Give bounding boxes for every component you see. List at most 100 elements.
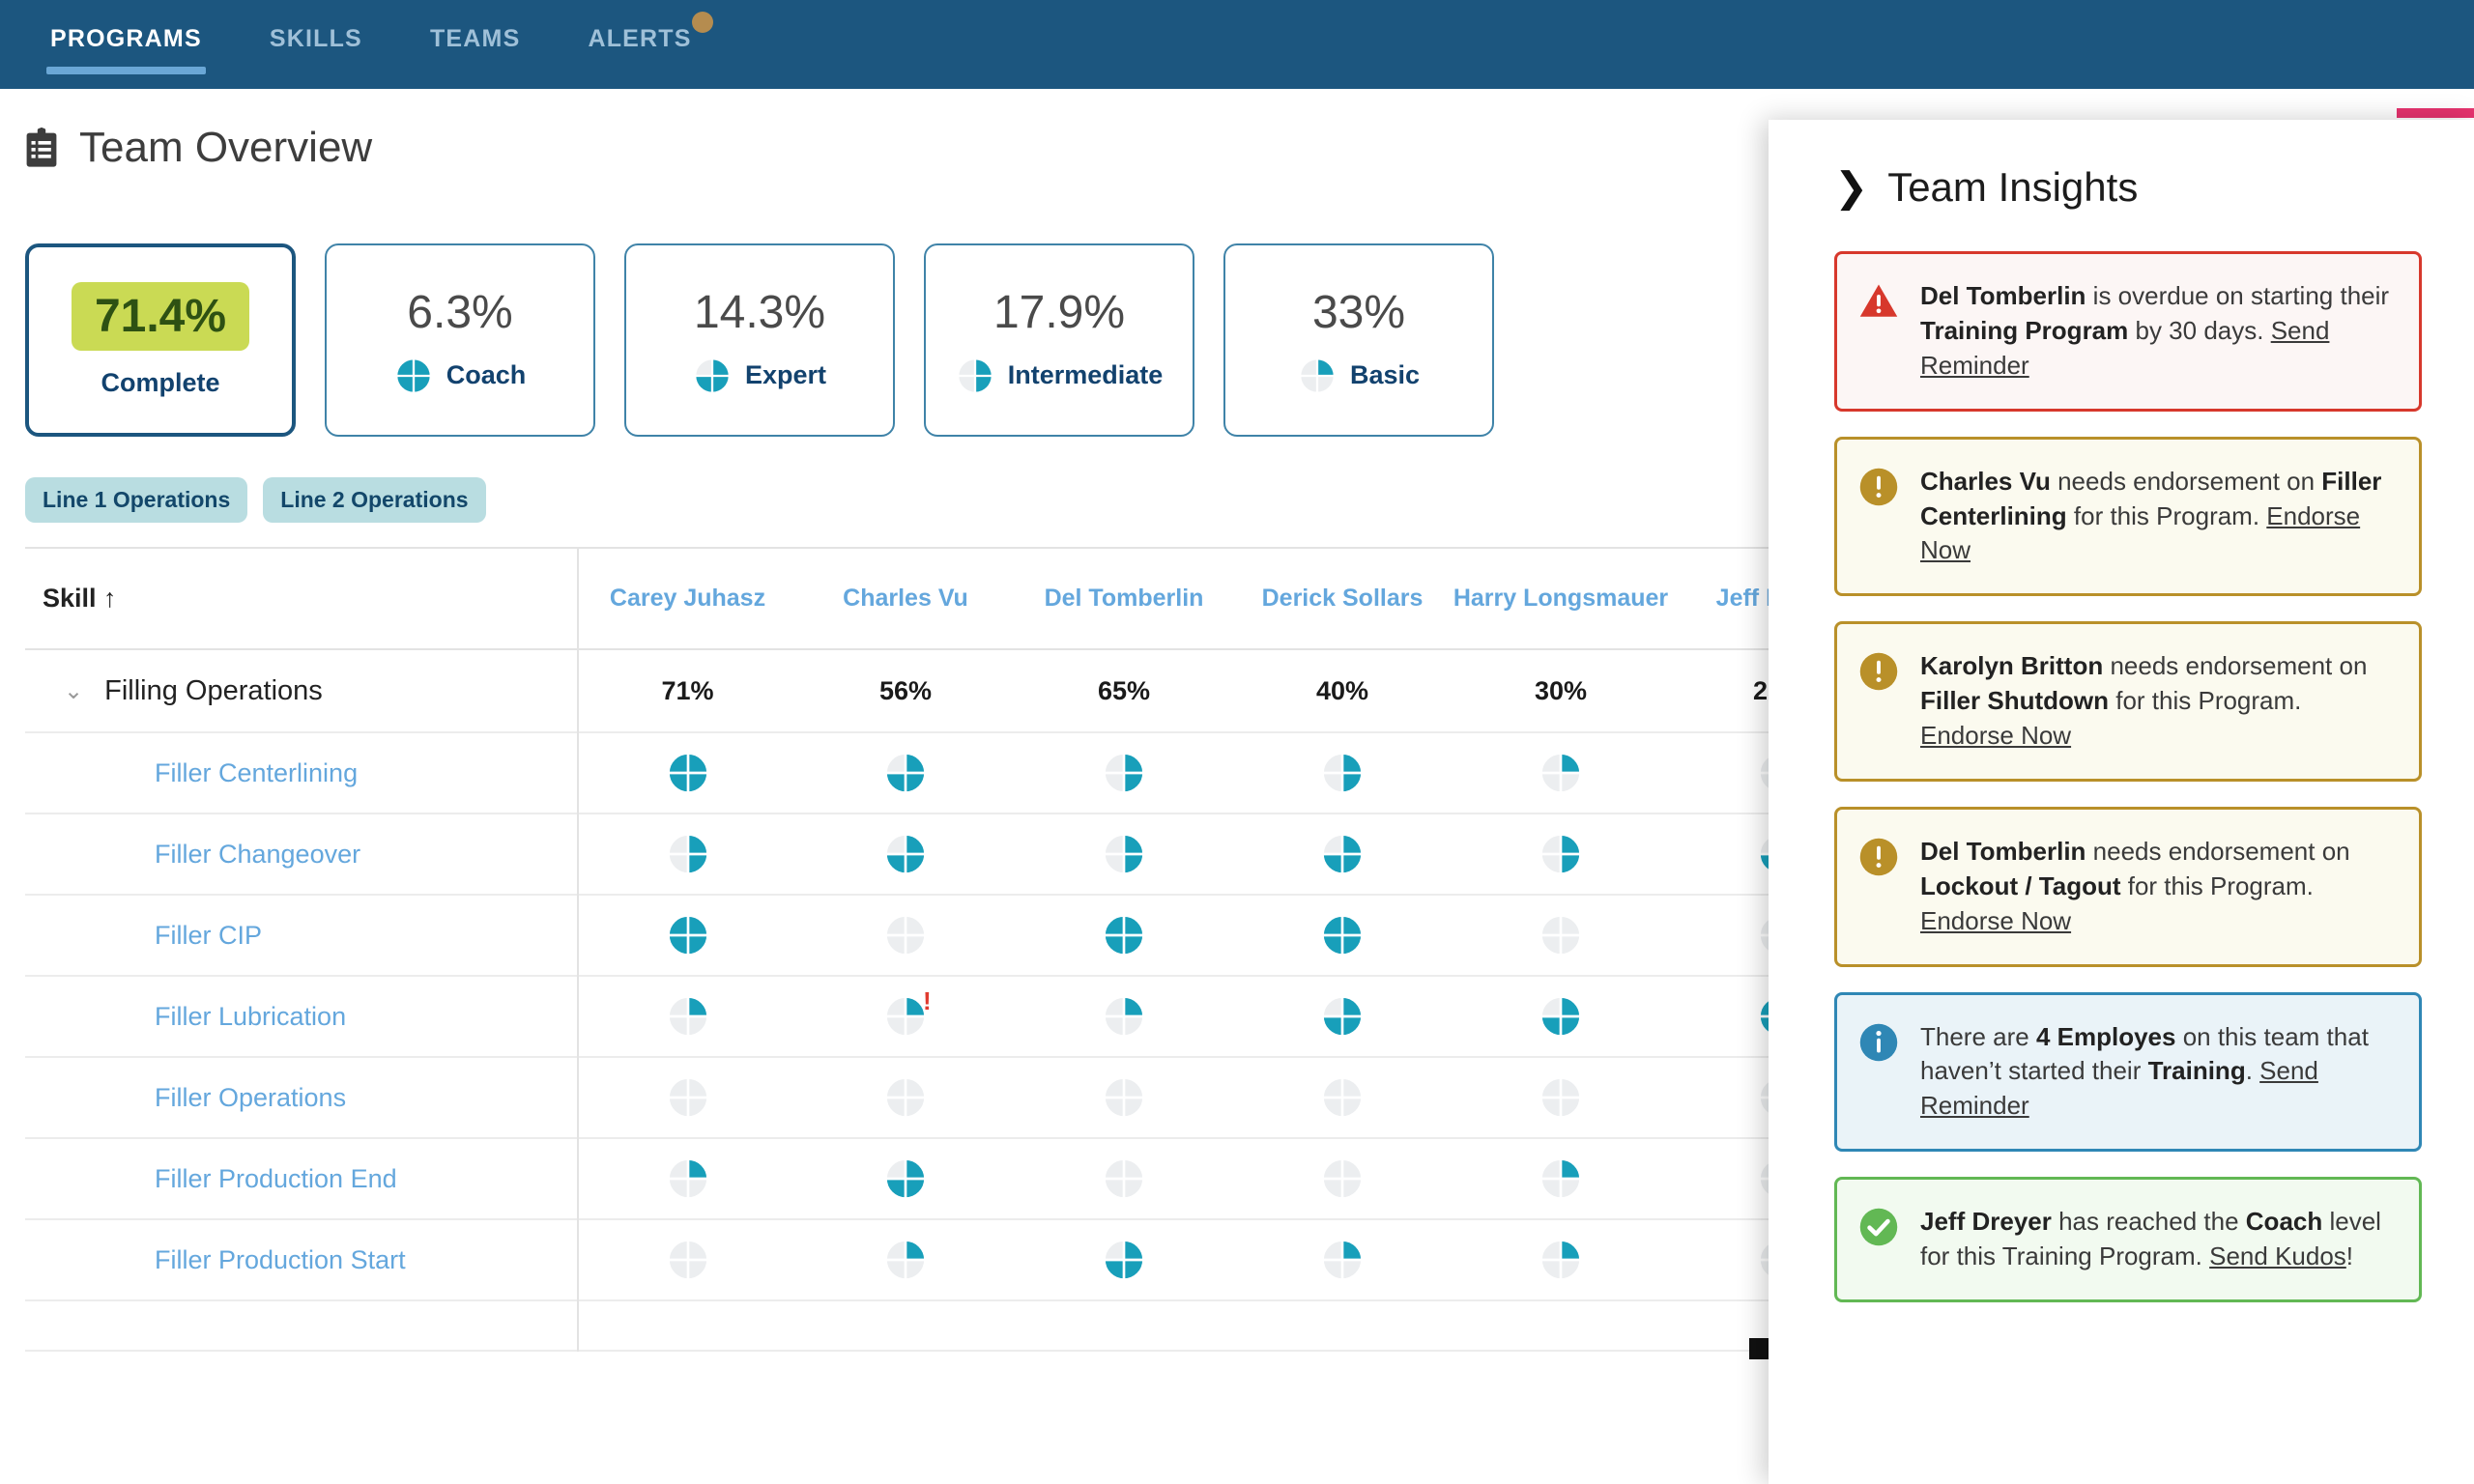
skill-name-label[interactable]: Filler Changeover — [25, 840, 577, 870]
table-row[interactable]: Filler Lubrication! — [25, 976, 1888, 1057]
proficiency-cell[interactable] — [796, 895, 1015, 976]
column-header-person[interactable]: Del Tomberlin — [1015, 549, 1233, 650]
spacer-cell — [1233, 1300, 1452, 1351]
insight-action-link[interactable]: Endorse Now — [1920, 721, 2071, 750]
stat-card-basic[interactable]: 33% Basic — [1223, 243, 1494, 437]
stat-card-intermediate[interactable]: 17.9% Intermediate — [924, 243, 1194, 437]
spacer-cell — [25, 1300, 579, 1351]
insight-text: needs endorsement on — [2050, 466, 2322, 496]
proficiency-cell[interactable] — [1015, 732, 1233, 813]
chevron-down-icon[interactable]: ⌄ — [64, 677, 83, 705]
skill-name-cell[interactable]: Filler Production Start — [25, 1219, 579, 1300]
sort-ascending-icon[interactable]: ↑ — [103, 584, 117, 613]
insight-text: There are — [1920, 1021, 2036, 1051]
proficiency-cell[interactable] — [578, 1057, 796, 1138]
proficiency-cell[interactable] — [1015, 1219, 1233, 1300]
proficiency-cell[interactable] — [578, 895, 796, 976]
skill-name-cell[interactable]: Filler Lubrication — [25, 976, 579, 1057]
proficiency-cell[interactable] — [796, 1138, 1015, 1219]
proficiency-cell[interactable] — [796, 813, 1015, 895]
skill-name-cell[interactable]: Filler Operations — [25, 1057, 579, 1138]
skill-name-label[interactable]: Filler Production End — [25, 1164, 577, 1194]
proficiency-cell[interactable] — [796, 1057, 1015, 1138]
stat-card-value: 33% — [1311, 286, 1406, 338]
table-row[interactable]: Filler Changeover — [25, 813, 1888, 895]
proficiency-cell[interactable] — [1452, 976, 1670, 1057]
table-row[interactable]: Filler Production End — [25, 1138, 1888, 1219]
skill-name-label[interactable]: Filler Lubrication — [25, 1002, 577, 1032]
team-chip-1[interactable]: Line 1 Operations — [25, 477, 248, 523]
proficiency-cell[interactable] — [578, 732, 796, 813]
skill-name-cell[interactable]: Filler Centerlining — [25, 732, 579, 813]
skill-name-label[interactable]: Filler CIP — [25, 921, 577, 951]
proficiency-cell[interactable] — [1015, 813, 1233, 895]
warning-triangle-icon — [1858, 279, 1899, 327]
group-percent-cell: 71% — [661, 675, 714, 705]
table-row[interactable]: Filler CIP — [25, 895, 1888, 976]
proficiency-cell[interactable] — [1233, 1057, 1452, 1138]
column-header-person[interactable]: Carey Juhasz — [578, 549, 796, 650]
nav-tab-skills[interactable]: SKILLS — [270, 0, 362, 53]
exclamation-circle-icon — [1858, 649, 1899, 697]
team-chip-2[interactable]: Line 2 Operations — [263, 477, 486, 523]
proficiency-cell[interactable] — [1015, 1138, 1233, 1219]
insight-text: . — [2245, 1056, 2260, 1086]
proficiency-cell[interactable] — [1452, 813, 1670, 895]
nav-tab-programs[interactable]: PROGRAMS — [46, 0, 206, 74]
team-insights-panel: ❯ Team Insights Del Tomberlin is overdue… — [1769, 120, 2474, 1484]
column-header-person[interactable]: Charles Vu — [796, 549, 1015, 650]
chevron-right-icon[interactable]: ❯ — [1834, 167, 1868, 208]
group-percent-cell: 40% — [1315, 675, 1369, 705]
table-row[interactable]: Filler Production Start — [25, 1219, 1888, 1300]
nav-tab-skills-label: SKILLS — [269, 25, 362, 52]
table-row[interactable]: Filler Operations — [25, 1057, 1888, 1138]
proficiency-cell[interactable] — [1233, 1138, 1452, 1219]
stat-card-value: 17.9% — [992, 286, 1126, 338]
column-header-person[interactable]: Harry Longsmauer — [1452, 549, 1670, 650]
proficiency-cell[interactable] — [578, 1138, 796, 1219]
proficiency-cell[interactable] — [1233, 895, 1452, 976]
nav-tab-alerts[interactable]: ALERTS — [588, 0, 713, 53]
proficiency-cell[interactable] — [1233, 1219, 1452, 1300]
nav-tab-teams[interactable]: TEAMS — [430, 0, 521, 53]
skill-name-cell[interactable]: Filler Production End — [25, 1138, 579, 1219]
proficiency-cell[interactable] — [1015, 895, 1233, 976]
insight-text: has reached the — [2051, 1207, 2246, 1237]
skill-name-label[interactable]: Filler Production Start — [25, 1245, 577, 1275]
stat-card-complete[interactable]: 71.4% Complete — [25, 243, 296, 437]
insight-action-link[interactable]: Send Kudos — [2209, 1241, 2346, 1270]
proficiency-cell[interactable] — [1233, 732, 1452, 813]
proficiency-cell[interactable] — [1452, 732, 1670, 813]
proficiency-cell[interactable] — [1233, 976, 1452, 1057]
proficiency-cell[interactable] — [1452, 1057, 1670, 1138]
proficiency-cell[interactable] — [1015, 976, 1233, 1057]
proficiency-cell[interactable] — [796, 732, 1015, 813]
skill-group-name-cell[interactable]: ⌄ Filling Operations — [25, 649, 579, 732]
stat-card-expert[interactable]: 14.3% Expert — [624, 243, 895, 437]
proficiency-cell[interactable] — [796, 1219, 1015, 1300]
insight-action-link[interactable]: Endorse Now — [1920, 906, 2071, 935]
column-header-skill-label: Skill — [43, 584, 97, 613]
skill-name-cell[interactable]: Filler Changeover — [25, 813, 579, 895]
proficiency-cell[interactable] — [1233, 813, 1452, 895]
proficiency-cell[interactable] — [1452, 1219, 1670, 1300]
insight-card: Charles Vu needs endorsement on Filler C… — [1834, 436, 2422, 597]
insight-emphasis: Karolyn Britton — [1920, 651, 2104, 681]
column-header-person[interactable]: Derick Sollars — [1233, 549, 1452, 650]
skill-name-label[interactable]: Filler Centerlining — [25, 758, 577, 788]
proficiency-cell[interactable] — [1452, 895, 1670, 976]
skill-name-label[interactable]: Filler Operations — [25, 1083, 577, 1113]
alerts-badge-dot — [691, 12, 713, 33]
table-row[interactable]: Filler Centerlining — [25, 732, 1888, 813]
skill-group-row[interactable]: ⌄Filling Operations71%56%65%40%30%25% — [25, 649, 1888, 732]
proficiency-cell[interactable] — [1452, 1138, 1670, 1219]
proficiency-cell[interactable] — [578, 813, 796, 895]
proficiency-cell[interactable] — [578, 976, 796, 1057]
proficiency-cell[interactable] — [578, 1219, 796, 1300]
proficiency-cell[interactable] — [1015, 1057, 1233, 1138]
proficiency-cell[interactable]: ! — [796, 976, 1015, 1057]
insight-text: for this Program. — [2120, 870, 2314, 900]
stat-card-coach[interactable]: 6.3% Coach — [325, 243, 595, 437]
skill-name-cell[interactable]: Filler CIP — [25, 895, 579, 976]
column-header-skill[interactable]: Skill ↑ — [25, 549, 579, 650]
